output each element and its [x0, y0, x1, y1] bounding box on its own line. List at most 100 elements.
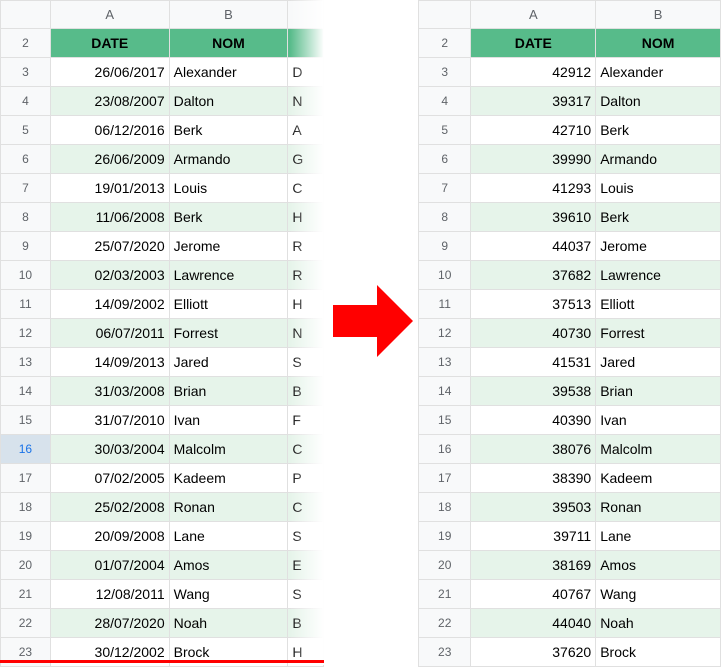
- cell-nom[interactable]: Forrest: [596, 319, 721, 348]
- row-header[interactable]: 23: [419, 638, 471, 667]
- cell-date[interactable]: 41293: [471, 174, 596, 203]
- cell-date[interactable]: 39503: [471, 493, 596, 522]
- row-header[interactable]: 8: [419, 203, 471, 232]
- cell-date[interactable]: 42710: [471, 116, 596, 145]
- header-date[interactable]: DATE: [471, 29, 596, 58]
- cell-date[interactable]: 39711: [471, 522, 596, 551]
- cell-nom[interactable]: Ronan: [169, 493, 288, 522]
- col-header-b[interactable]: B: [169, 1, 288, 29]
- row-header[interactable]: 10: [419, 261, 471, 290]
- row-header[interactable]: 18: [1, 493, 51, 522]
- cell-extra[interactable]: R: [288, 232, 324, 261]
- row-header[interactable]: 22: [419, 609, 471, 638]
- col-header-b[interactable]: B: [596, 1, 721, 29]
- row-header[interactable]: 9: [1, 232, 51, 261]
- row-header[interactable]: 2: [1, 29, 51, 58]
- cell-date[interactable]: 42912: [471, 58, 596, 87]
- row-header[interactable]: 3: [419, 58, 471, 87]
- cell-nom[interactable]: Brian: [169, 377, 288, 406]
- row-header[interactable]: 22: [1, 609, 51, 638]
- cell-date[interactable]: 31/03/2008: [50, 377, 169, 406]
- cell-date[interactable]: 38076: [471, 435, 596, 464]
- cell-date[interactable]: 37620: [471, 638, 596, 667]
- cell-date[interactable]: 40390: [471, 406, 596, 435]
- cell-nom[interactable]: Forrest: [169, 319, 288, 348]
- cell-extra[interactable]: S: [288, 580, 324, 609]
- cell-date[interactable]: 06/12/2016: [50, 116, 169, 145]
- row-header[interactable]: 16: [419, 435, 471, 464]
- row-header[interactable]: 12: [1, 319, 51, 348]
- cell-nom[interactable]: Jared: [596, 348, 721, 377]
- select-all-corner[interactable]: [419, 1, 471, 29]
- cell-date[interactable]: 39610: [471, 203, 596, 232]
- cell-extra[interactable]: B: [288, 609, 324, 638]
- cell-date[interactable]: 07/02/2005: [50, 464, 169, 493]
- cell-date[interactable]: 38390: [471, 464, 596, 493]
- cell-extra[interactable]: S: [288, 348, 324, 377]
- cell-date[interactable]: 14/09/2002: [50, 290, 169, 319]
- row-header[interactable]: 11: [419, 290, 471, 319]
- row-header[interactable]: 21: [419, 580, 471, 609]
- row-header[interactable]: 20: [419, 551, 471, 580]
- header-nom[interactable]: NOM: [169, 29, 288, 58]
- cell-date[interactable]: 37682: [471, 261, 596, 290]
- cell-date[interactable]: 39538: [471, 377, 596, 406]
- cell-date[interactable]: 12/08/2011: [50, 580, 169, 609]
- spreadsheet-left[interactable]: A B 2DATENOM326/06/2017AlexanderD423/08/…: [0, 0, 324, 667]
- cell-date[interactable]: 02/03/2003: [50, 261, 169, 290]
- cell-extra[interactable]: D: [288, 58, 324, 87]
- row-header[interactable]: 14: [1, 377, 51, 406]
- cell-nom[interactable]: Brock: [596, 638, 721, 667]
- col-header-c[interactable]: [288, 1, 324, 29]
- cell-nom[interactable]: Amos: [596, 551, 721, 580]
- cell-date[interactable]: 20/09/2008: [50, 522, 169, 551]
- cell-nom[interactable]: Lawrence: [596, 261, 721, 290]
- cell-nom[interactable]: Amos: [169, 551, 288, 580]
- cell-extra[interactable]: P: [288, 464, 324, 493]
- header-date[interactable]: DATE: [50, 29, 169, 58]
- row-header[interactable]: 12: [419, 319, 471, 348]
- cell-date[interactable]: 25/07/2020: [50, 232, 169, 261]
- row-header[interactable]: 19: [1, 522, 51, 551]
- cell-nom[interactable]: Berk: [169, 116, 288, 145]
- cell-nom[interactable]: Wang: [169, 580, 288, 609]
- cell-date[interactable]: 44040: [471, 609, 596, 638]
- cell-date[interactable]: 40767: [471, 580, 596, 609]
- cell-date[interactable]: 23/08/2007: [50, 87, 169, 116]
- cell-nom[interactable]: Lane: [169, 522, 288, 551]
- cell-date[interactable]: 39990: [471, 145, 596, 174]
- cell-nom[interactable]: Jared: [169, 348, 288, 377]
- cell-date[interactable]: 44037: [471, 232, 596, 261]
- cell-extra[interactable]: B: [288, 377, 324, 406]
- cell-nom[interactable]: Berk: [596, 116, 721, 145]
- row-header[interactable]: 4: [1, 87, 51, 116]
- row-header[interactable]: 18: [419, 493, 471, 522]
- row-header[interactable]: 16: [1, 435, 51, 464]
- cell-nom[interactable]: Jerome: [169, 232, 288, 261]
- cell-date[interactable]: 31/07/2010: [50, 406, 169, 435]
- cell-nom[interactable]: Alexander: [596, 58, 721, 87]
- cell-extra[interactable]: C: [288, 435, 324, 464]
- cell-extra[interactable]: N: [288, 319, 324, 348]
- col-header-a[interactable]: A: [50, 1, 169, 29]
- cell-date[interactable]: 28/07/2020: [50, 609, 169, 638]
- header-nom[interactable]: NOM: [596, 29, 721, 58]
- row-header[interactable]: 20: [1, 551, 51, 580]
- cell-extra[interactable]: H: [288, 203, 324, 232]
- row-header[interactable]: 5: [419, 116, 471, 145]
- row-header[interactable]: 7: [419, 174, 471, 203]
- cell-date[interactable]: 38169: [471, 551, 596, 580]
- cell-date[interactable]: 11/06/2008: [50, 203, 169, 232]
- cell-nom[interactable]: Kadeem: [169, 464, 288, 493]
- cell-extra[interactable]: E: [288, 551, 324, 580]
- cell-date[interactable]: 01/07/2004: [50, 551, 169, 580]
- row-header[interactable]: 10: [1, 261, 51, 290]
- row-header[interactable]: 14: [419, 377, 471, 406]
- row-header[interactable]: 5: [1, 116, 51, 145]
- cell-nom[interactable]: Jerome: [596, 232, 721, 261]
- cell-nom[interactable]: Lane: [596, 522, 721, 551]
- row-header[interactable]: 8: [1, 203, 51, 232]
- cell-nom[interactable]: Malcolm: [169, 435, 288, 464]
- cell-nom[interactable]: Noah: [596, 609, 721, 638]
- row-header[interactable]: 21: [1, 580, 51, 609]
